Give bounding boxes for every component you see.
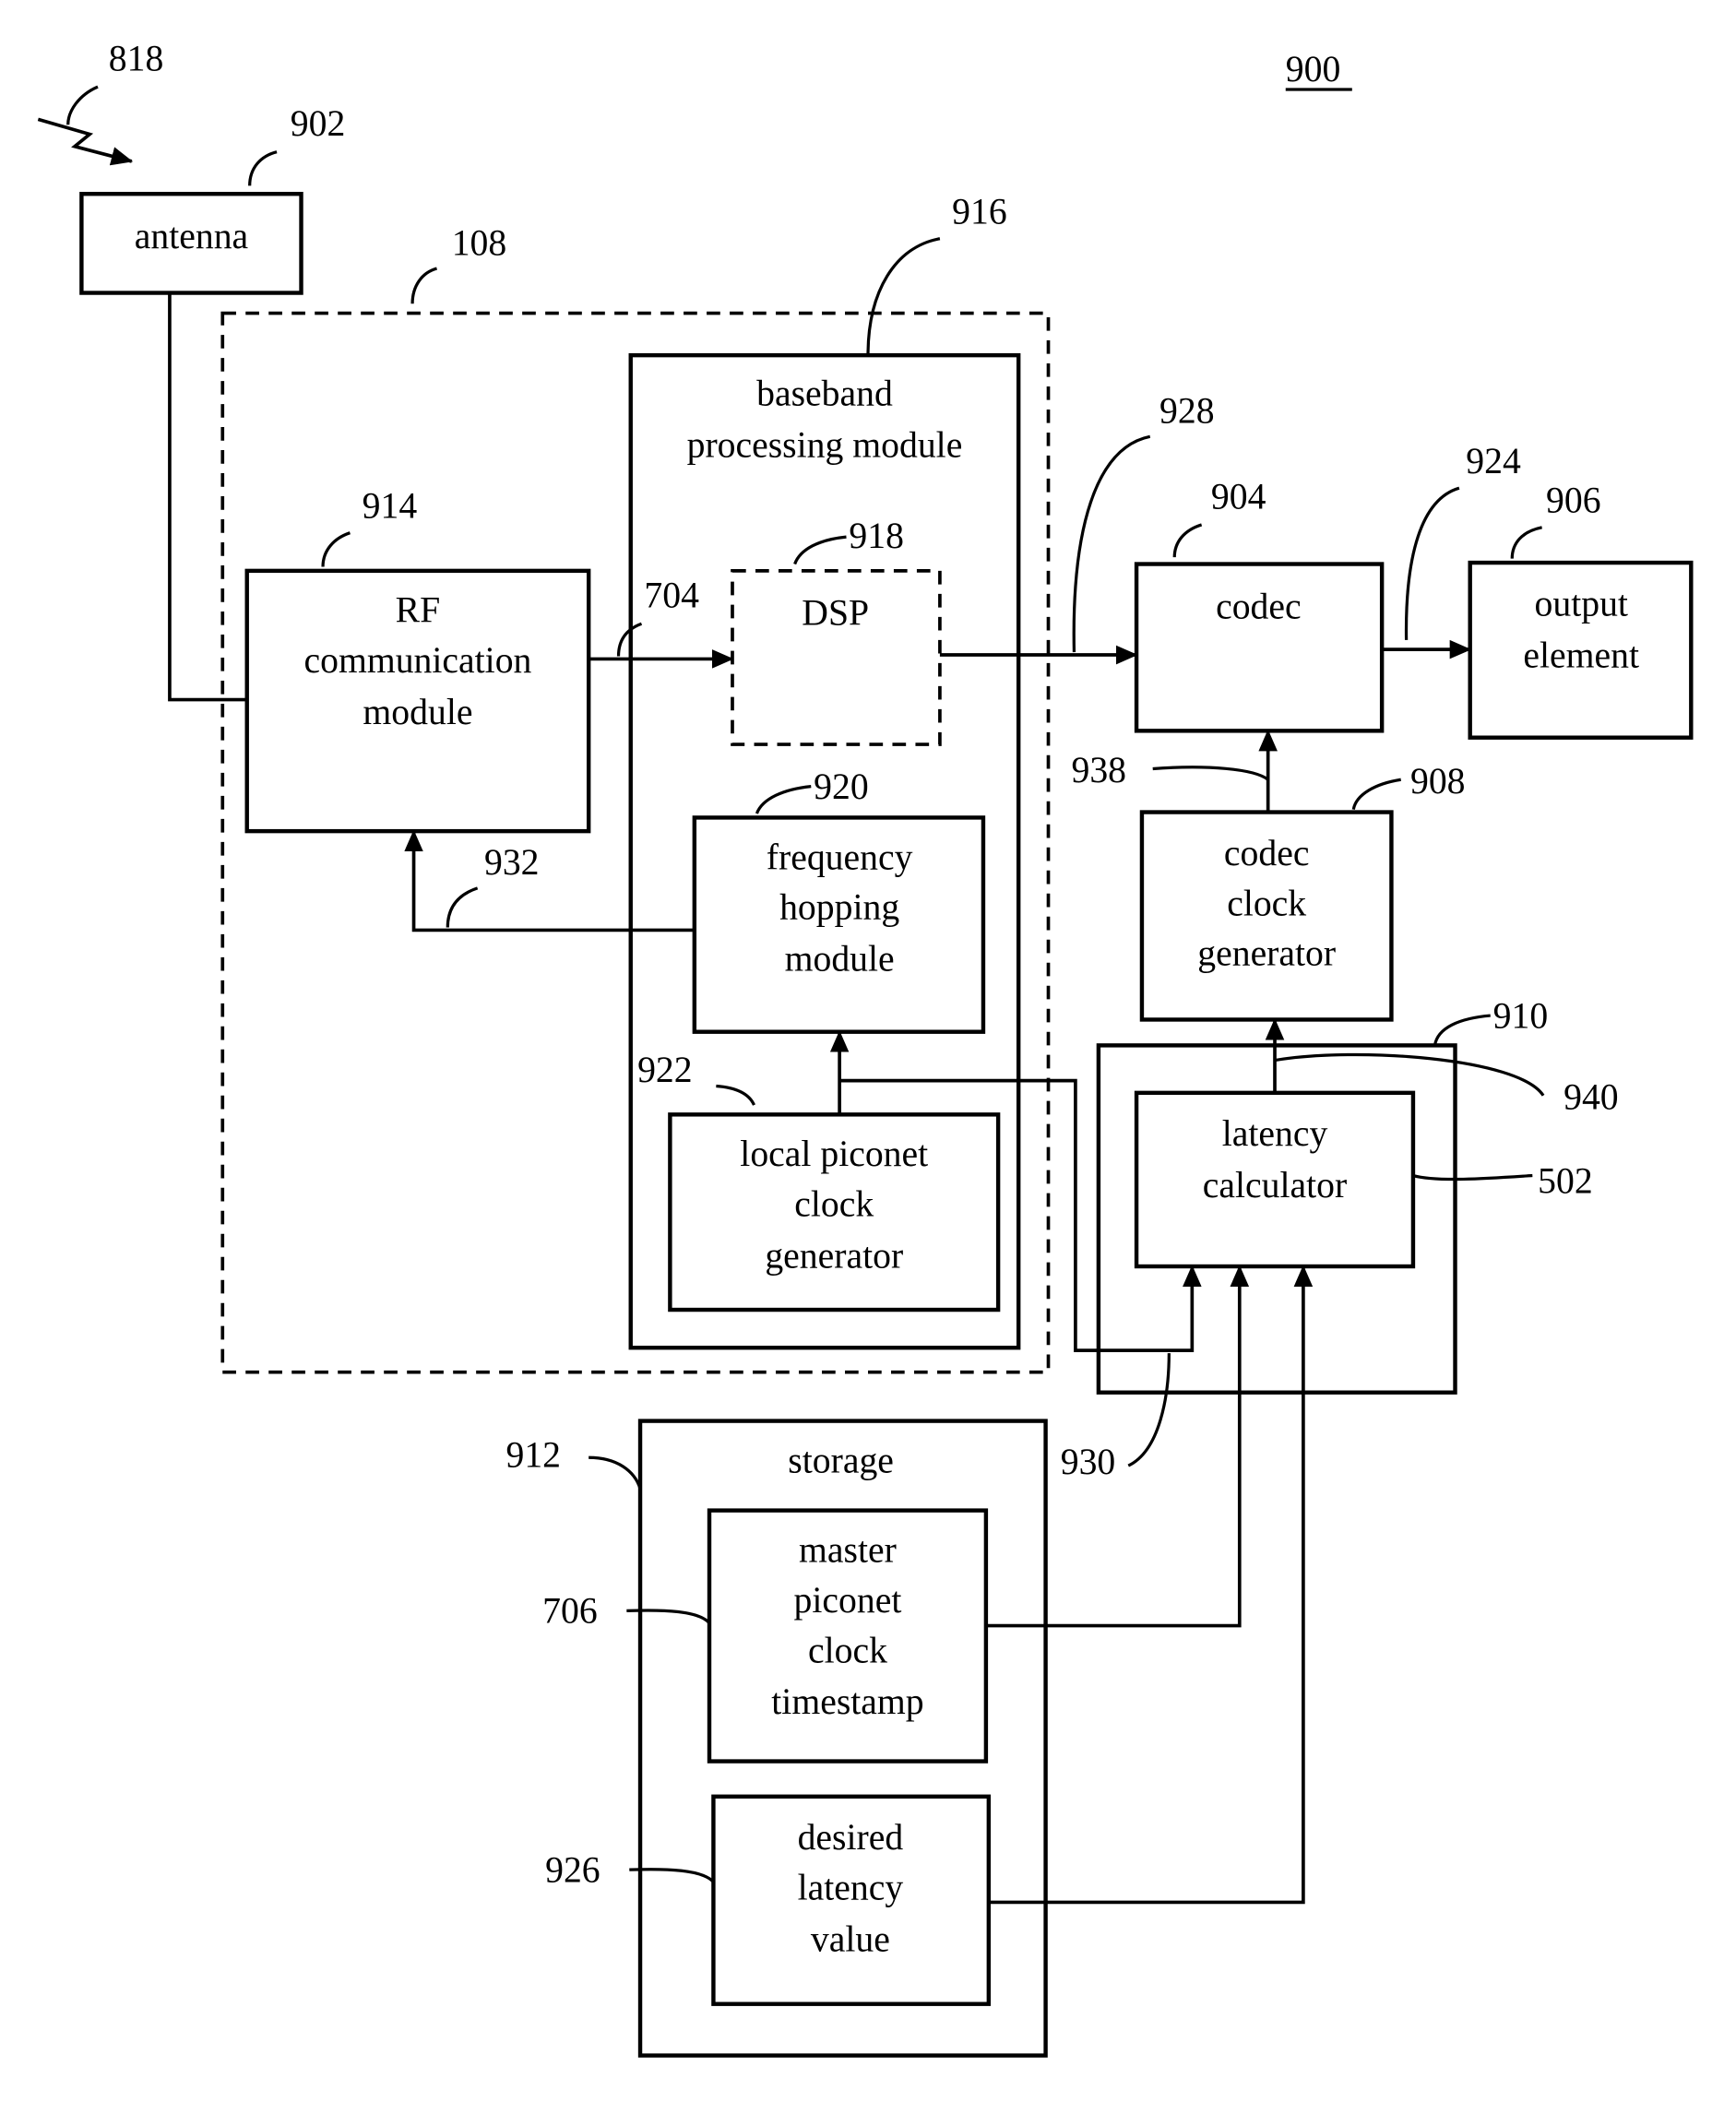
- latency-calculator-block: latency calculator: [1134, 1090, 1416, 1269]
- latency-calc-label-2: calculator: [1203, 1165, 1347, 1206]
- ref-926: 926: [545, 1849, 600, 1890]
- master-ts-label-1: master: [799, 1529, 897, 1570]
- ref-932: 932: [484, 842, 540, 883]
- codec-clock-label-3: generator: [1197, 933, 1336, 974]
- local-clock-label-2: clock: [794, 1184, 874, 1225]
- leader-904: [1172, 523, 1203, 558]
- codec-clock-generator-block: codec clock generator: [1139, 810, 1394, 1022]
- leader-912: [589, 1455, 642, 1490]
- local-clock-label-3: generator: [765, 1235, 903, 1276]
- ref-818: 818: [109, 38, 164, 78]
- freq-hop-label-2: hopping: [779, 887, 899, 928]
- master-ts-label-4: timestamp: [771, 1681, 923, 1722]
- codec-label: codec: [1216, 586, 1302, 626]
- leader-906: [1510, 526, 1542, 559]
- ref-910: 910: [1493, 995, 1549, 1036]
- ref-914: 914: [363, 486, 418, 527]
- codec-clock-label-1: codec: [1224, 833, 1310, 873]
- ref-924: 924: [1466, 441, 1521, 481]
- block-diagram: 900 818 antenna 902 108 baseband process…: [37, 38, 1694, 2058]
- ref-922: 922: [637, 1050, 693, 1090]
- leader-908: [1351, 778, 1401, 811]
- frequency-hopping-block: frequency hopping module: [692, 815, 986, 1034]
- master-ts-label-3: clock: [808, 1630, 887, 1670]
- leader-914: [321, 531, 351, 567]
- signal-bolt-icon: [37, 117, 134, 166]
- leader-108: [410, 267, 438, 304]
- ref-906: 906: [1546, 481, 1601, 521]
- wire-antenna-rf: [168, 292, 247, 702]
- rf-label-1: RF: [396, 590, 441, 631]
- ref-108: 108: [452, 222, 507, 263]
- freq-hop-label-3: module: [785, 939, 895, 980]
- codec-clock-label-2: clock: [1227, 883, 1306, 923]
- ref-706: 706: [542, 1591, 598, 1632]
- desired-latency-label-3: value: [811, 1918, 890, 1959]
- leader-818: [66, 85, 99, 125]
- codec-block: codec: [1134, 562, 1385, 733]
- rf-module-block: RF communication module: [244, 568, 591, 834]
- ref-930: 930: [1061, 1442, 1116, 1482]
- desired-latency-block: desired latency value: [711, 1794, 992, 2006]
- leader-932: [446, 886, 479, 928]
- output-element-block: output element: [1468, 560, 1694, 740]
- master-ts-label-2: piconet: [794, 1580, 902, 1621]
- storage-label: storage: [788, 1440, 894, 1480]
- master-timestamp-block: master piconet clock timestamp: [707, 1508, 989, 1764]
- ref-916: 916: [952, 192, 1007, 232]
- dsp-label: DSP: [802, 593, 869, 634]
- leader-916: [866, 237, 941, 356]
- baseband-label-2: processing module: [687, 424, 963, 465]
- baseband-label-1: baseband: [756, 374, 893, 414]
- output-label-1: output: [1535, 583, 1628, 624]
- latency-calc-label-1: latency: [1222, 1113, 1328, 1154]
- desired-latency-label-2: latency: [798, 1868, 904, 1908]
- ref-908: 908: [1410, 761, 1466, 802]
- antenna-label: antenna: [135, 216, 249, 256]
- figure-number: 900: [1286, 49, 1341, 89]
- ref-704: 704: [644, 576, 699, 616]
- desired-latency-label-1: desired: [798, 1817, 904, 1858]
- freq-hop-label-1: frequency: [767, 837, 913, 877]
- local-piconet-clock-block: local piconet clock generator: [668, 1112, 1001, 1312]
- ref-904: 904: [1211, 476, 1266, 517]
- dsp-block: DSP: [731, 569, 942, 746]
- rf-label-2: communication: [304, 640, 532, 681]
- ref-920: 920: [814, 766, 869, 807]
- local-clock-label-1: local piconet: [740, 1134, 928, 1174]
- ref-928: 928: [1159, 391, 1215, 432]
- output-label-2: element: [1523, 635, 1639, 675]
- rf-label-3: module: [363, 692, 472, 732]
- leader-938: [1152, 766, 1269, 781]
- ref-502: 502: [1538, 1161, 1593, 1202]
- leader-910: [1433, 1014, 1491, 1046]
- ref-918: 918: [849, 516, 904, 556]
- ref-940: 940: [1564, 1076, 1619, 1117]
- antenna-block: antenna: [79, 192, 303, 295]
- leader-924: [1404, 486, 1460, 640]
- leader-902: [248, 150, 278, 186]
- ref-912: 912: [506, 1435, 562, 1476]
- ref-938: 938: [1072, 750, 1127, 790]
- ref-902: 902: [291, 103, 346, 144]
